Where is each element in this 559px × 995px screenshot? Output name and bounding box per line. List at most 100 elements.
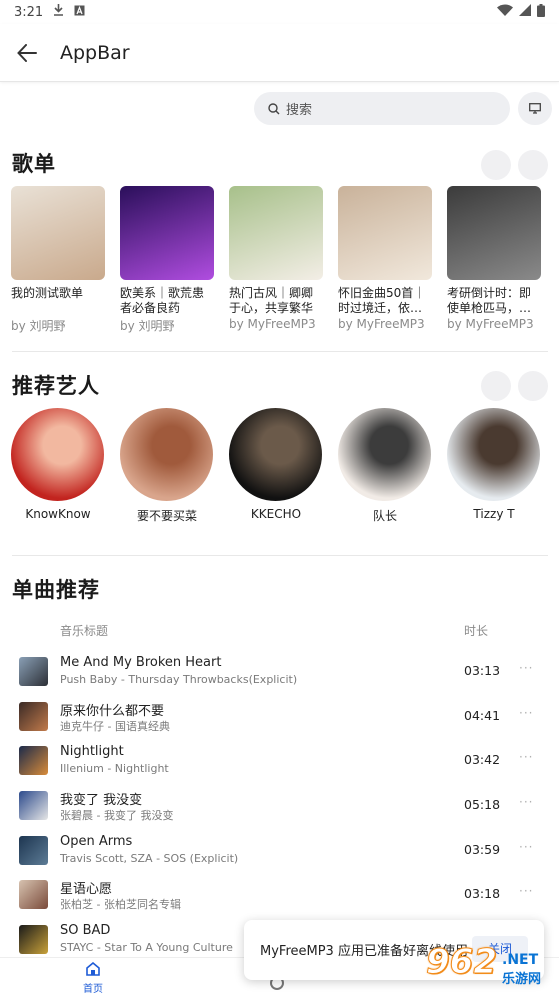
artists-prev-button[interactable] — [481, 371, 511, 401]
song-cover-image — [19, 835, 48, 865]
song-row[interactable]: 我变了 我没变 张碧晨 - 我变了 我没变 05:18 ··· — [0, 784, 559, 829]
section-title-playlists: 歌单 — [12, 152, 56, 176]
playlist-cover-image — [229, 186, 323, 280]
signal-icon — [519, 4, 531, 20]
artist-avatar — [447, 408, 540, 501]
column-header-duration: 时长 — [464, 624, 489, 638]
song-title: 原来你什么都不要 — [60, 703, 165, 719]
artist-card[interactable]: KKECHO — [229, 408, 323, 524]
arrow-left-icon — [17, 43, 37, 62]
watermark-cn: 乐游网 — [502, 972, 542, 987]
download-icon — [53, 4, 64, 20]
artist-name: KKECHO — [250, 507, 302, 521]
artist-avatar — [338, 408, 431, 501]
song-artist-album: 张柏芝 - 张柏芝同名专辑 — [60, 898, 181, 912]
search-row: 搜索 — [0, 92, 559, 126]
divider — [12, 555, 548, 556]
playlist-card[interactable]: 我的测试歌单 by 刘明野 — [11, 186, 105, 334]
playlist-card[interactable]: 热门古风｜卿卿于心，共享繁华 by MyFreeMP3 — [229, 186, 323, 334]
more-options-icon[interactable]: ··· — [519, 750, 533, 764]
playlist-cover-image — [120, 186, 214, 280]
notification-a-icon — [74, 5, 85, 20]
playlist-card[interactable]: 考研倒计时：即使单枪匹马，也能勇往直前 by MyFreeMP3 — [447, 186, 541, 334]
playlist-name: 热门古风｜卿卿于心，共享繁华 — [229, 286, 314, 315]
artist-card[interactable]: KnowKnow — [11, 408, 105, 524]
playlist-cover-image — [447, 186, 541, 280]
playlist-author: by 刘明野 — [11, 319, 66, 333]
battery-icon — [537, 3, 545, 21]
song-row[interactable]: Open Arms Travis Scott, SZA - SOS (Explic… — [0, 829, 559, 874]
watermark-net: .NET — [502, 952, 539, 968]
column-header-title: 音乐标题 — [60, 624, 109, 638]
more-options-icon[interactable]: ··· — [519, 661, 533, 675]
artist-card[interactable]: 队长 — [338, 408, 432, 524]
playlist-name: 我的测试歌单 — [11, 286, 84, 300]
status-time: 3:21 — [14, 4, 44, 20]
playlist-author: by MyFreeMP3 — [447, 317, 534, 331]
song-title: Me And My Broken Heart — [60, 655, 222, 670]
playlist-name: 怀旧金曲50首｜时过境迁，依旧经典 — [338, 286, 426, 315]
song-cover-image — [19, 746, 48, 776]
more-options-icon[interactable]: ··· — [519, 840, 533, 854]
song-artist-album: Push Baby - Thursday Throwbacks(Explicit… — [60, 673, 298, 686]
playlist-author: by MyFreeMP3 — [229, 317, 316, 331]
wifi-icon — [497, 4, 513, 20]
song-duration: 05:18 — [464, 797, 501, 813]
display-mode-button[interactable] — [518, 92, 552, 125]
song-duration: 04:41 — [464, 707, 501, 723]
back-button[interactable] — [14, 40, 40, 66]
song-cover-image — [19, 925, 48, 955]
home-icon — [86, 961, 100, 976]
song-artist-album: STAYC - Star To A Young Culture — [60, 941, 233, 955]
artist-avatar — [11, 408, 104, 501]
song-artist-album: Illenium - Nightlight — [60, 762, 169, 776]
artist-avatar — [120, 408, 213, 501]
playlists-next-button[interactable] — [518, 150, 548, 180]
playlist-card[interactable]: 欧美系｜歌荒患者必备良药 by 刘明野 — [120, 186, 214, 334]
song-row[interactable]: 原来你什么都不要 迪克牛仔 - 国语真经典 04:41 ··· — [0, 695, 559, 740]
playlists-prev-button[interactable] — [481, 150, 511, 180]
song-cover-image — [19, 791, 48, 821]
artist-list: KnowKnow 要不要买菜 KKECHO 队长 Tizzy T — [11, 408, 541, 524]
playlist-name: 考研倒计时：即使单枪匹马，也能勇往直前 — [447, 286, 532, 315]
song-title: 我变了 我没变 — [60, 793, 143, 809]
song-title: Nightlight — [60, 744, 124, 760]
song-cover-image — [19, 880, 48, 910]
song-duration: 03:59 — [464, 841, 501, 857]
artist-name: Tizzy T — [473, 507, 515, 521]
song-row[interactable]: 星语心愿 张柏芝 - 张柏芝同名专辑 03:18 ··· — [0, 873, 559, 918]
song-artist-album: 张碧晨 - 我变了 我没变 — [60, 809, 174, 823]
song-duration: 03:13 — [464, 663, 501, 678]
search-icon — [268, 102, 280, 114]
more-options-icon[interactable]: ··· — [519, 884, 533, 898]
artist-card[interactable]: 要不要买菜 — [120, 408, 214, 524]
song-duration: 03:18 — [464, 886, 501, 902]
nav-home[interactable]: 首页 — [78, 961, 108, 995]
song-title: SO BAD — [60, 923, 111, 939]
more-options-icon[interactable]: ··· — [519, 706, 533, 720]
page-title: AppBar — [60, 41, 130, 64]
artist-name: 队长 — [372, 509, 397, 523]
song-row[interactable]: Me And My Broken Heart Push Baby - Thursd… — [0, 650, 559, 695]
song-cover-image — [19, 701, 48, 731]
song-row[interactable]: Nightlight Illenium - Nightlight 03:42 ··· — [0, 739, 559, 784]
section-title-artists: 推荐艺人 — [12, 374, 100, 398]
section-title-songs: 单曲推荐 — [12, 578, 100, 602]
artist-avatar — [229, 408, 322, 501]
watermark-number: 962 — [426, 942, 498, 983]
artist-card[interactable]: Tizzy T — [447, 408, 541, 524]
song-title: 星语心愿 — [60, 882, 113, 898]
artist-name: KnowKnow — [25, 507, 91, 521]
playlist-cover-image — [338, 186, 432, 280]
artists-next-button[interactable] — [518, 371, 548, 401]
playlist-cover-image — [11, 186, 105, 280]
song-duration: 03:42 — [464, 752, 501, 768]
search-input[interactable]: 搜索 — [254, 92, 510, 125]
playlist-name: 欧美系｜歌荒患者必备良药 — [120, 286, 205, 315]
more-options-icon[interactable]: ··· — [519, 795, 533, 809]
site-watermark: 962 .NET 乐游网 — [420, 940, 555, 992]
song-artist-album: Travis Scott, SZA - SOS (Explicit) — [60, 851, 239, 865]
search-placeholder: 搜索 — [286, 103, 313, 118]
playlist-author: by 刘明野 — [120, 319, 175, 333]
playlist-card[interactable]: 怀旧金曲50首｜时过境迁，依旧经典 by MyFreeMP3 — [338, 186, 432, 334]
